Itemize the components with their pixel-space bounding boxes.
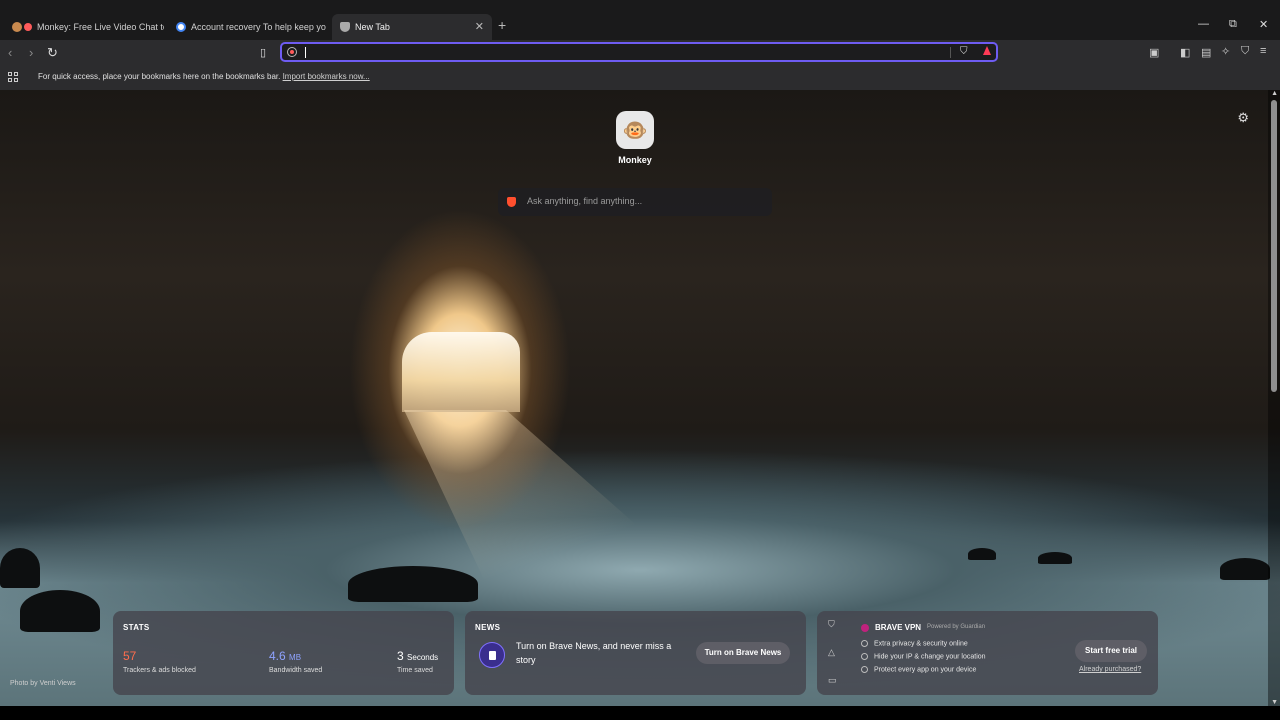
site-info-icon[interactable]	[287, 47, 297, 57]
brave-rewards-icon[interactable]	[983, 46, 991, 55]
stats-card: STATS 57 Trackers & ads blocked 4.6 MB B…	[113, 611, 454, 695]
sidebar-icon[interactable]: ◧	[1180, 46, 1190, 59]
google-icon	[176, 22, 186, 32]
tab-search-icon[interactable]: ▣	[1149, 46, 1159, 59]
new-tab-button[interactable]: +	[498, 17, 506, 33]
tab-monkey[interactable]: Monkey: Free Live Video Chat to	[4, 14, 164, 40]
warning-icon[interactable]: △	[828, 647, 835, 658]
bookmarks-bar: For quick access, place your bookmarks h…	[0, 66, 1280, 90]
top-site-label[interactable]: Monkey	[600, 155, 670, 165]
brave-search-icon	[507, 197, 516, 207]
vpn-title: BRAVE VPN	[875, 623, 922, 632]
apps-icon[interactable]	[8, 72, 18, 82]
leo-ai-icon[interactable]: ✧	[1221, 45, 1230, 58]
scrollbar-thumb[interactable]	[1271, 100, 1277, 392]
vpn-shield-icon[interactable]: ⛉	[828, 619, 835, 630]
bandwidth-unit: MB	[289, 653, 302, 662]
time-unit: Seconds	[407, 653, 439, 662]
start-free-trial-button[interactable]: Start free trial	[1075, 640, 1147, 662]
url-input[interactable]	[304, 45, 944, 59]
vpn-feature: Protect every app on your device	[861, 666, 976, 673]
close-tab-icon[interactable]: ✕	[475, 20, 484, 33]
background-rock	[0, 548, 40, 588]
check-icon	[861, 640, 868, 647]
divider	[950, 47, 951, 58]
turn-on-news-button[interactable]: Turn on Brave News	[696, 642, 790, 664]
page-scrollbar[interactable]: ▲ ▼	[1268, 90, 1280, 706]
background-rock	[968, 548, 996, 560]
background-arch-light	[402, 332, 520, 412]
vpn-card: ⛉ △ ▭ BRAVE VPN Powered by Guardian Extr…	[817, 611, 1158, 695]
news-icon	[479, 642, 505, 668]
close-window-button[interactable]: ✕	[1259, 18, 1268, 31]
background-rock	[348, 566, 478, 602]
restore-button[interactable]: ⧉	[1229, 18, 1237, 31]
monkey-favicon-icon	[12, 22, 22, 32]
tab-new-tab[interactable]: New Tab ✕	[332, 14, 492, 40]
tab-label: New Tab	[355, 22, 390, 32]
reload-button[interactable]: ↻	[47, 45, 58, 61]
brave-shield-icon	[340, 22, 350, 32]
bookmark-icon[interactable]: ▯	[260, 46, 266, 59]
settings-gear-icon[interactable]: ⚙	[1237, 110, 1249, 126]
news-promo-text: Turn on Brave News, and never miss a sto…	[516, 641, 672, 665]
scroll-down-icon[interactable]: ▼	[1271, 699, 1278, 706]
brave-shields-icon[interactable]: ⛉	[960, 46, 968, 57]
tab-strip: Monkey: Free Live Video Chat to Account …	[0, 0, 1280, 40]
import-bookmarks-link[interactable]: Import bookmarks now...	[283, 72, 370, 81]
top-site-tile-monkey[interactable]: 🐵	[616, 111, 654, 149]
background-rock	[20, 590, 100, 632]
vpn-feature: Hide your IP & change your location	[861, 653, 986, 660]
vpn-feature: Extra privacy & security online	[861, 640, 968, 647]
minimize-button[interactable]: —	[1198, 18, 1209, 30]
tab-label: Monkey: Free Live Video Chat to	[37, 22, 164, 32]
scroll-up-icon[interactable]: ▲	[1271, 90, 1278, 97]
stats-title: STATS	[123, 623, 150, 632]
forward-button[interactable]: ›	[29, 45, 33, 60]
search-placeholder: Ask anything, find anything...	[527, 196, 643, 206]
bottom-letterbox	[0, 706, 1280, 720]
card-icon[interactable]: ▭	[828, 675, 837, 686]
recording-icon	[24, 23, 32, 31]
text-caret	[305, 47, 306, 58]
bandwidth-label: Bandwidth saved	[269, 667, 323, 674]
background-rock	[1038, 552, 1072, 564]
background-rock	[1220, 558, 1270, 580]
check-icon	[861, 653, 868, 660]
time-saved-value: 3 Seconds	[397, 649, 439, 663]
already-purchased-link[interactable]: Already purchased?	[1079, 666, 1141, 673]
tab-label: Account recovery To help keep your	[191, 22, 326, 32]
background-light-beam	[404, 410, 710, 590]
news-title: NEWS	[475, 623, 501, 632]
address-bar[interactable]: ⛉	[280, 42, 998, 62]
vpn-powered-by: Powered by Guardian	[927, 624, 986, 630]
time-saved-label: Time saved	[397, 667, 433, 674]
trackers-label: Trackers & ads blocked	[123, 667, 196, 674]
check-icon	[861, 666, 868, 673]
back-button[interactable]: ‹	[8, 45, 12, 60]
bandwidth-value: 4.6 MB	[269, 649, 302, 663]
search-box[interactable]: Ask anything, find anything...	[498, 188, 772, 216]
new-tab-page: ⚙ 🐵 Monkey Ask anything, find anything..…	[0, 90, 1280, 706]
trackers-count: 57	[123, 649, 137, 663]
monkey-icon: 🐵	[622, 119, 648, 142]
menu-icon[interactable]: ≡	[1260, 45, 1266, 57]
brave-vpn-logo-icon	[861, 624, 869, 632]
tab-account-recovery[interactable]: Account recovery To help keep your	[168, 14, 326, 40]
vpn-icon[interactable]: ⛉	[1241, 45, 1249, 58]
bookmarks-hint: For quick access, place your bookmarks h…	[38, 72, 281, 81]
wallet-icon[interactable]: ▤	[1201, 46, 1211, 59]
photo-credit[interactable]: Photo by Venti Views	[10, 680, 76, 687]
news-card: NEWS Turn on Brave News, and never miss …	[465, 611, 806, 695]
